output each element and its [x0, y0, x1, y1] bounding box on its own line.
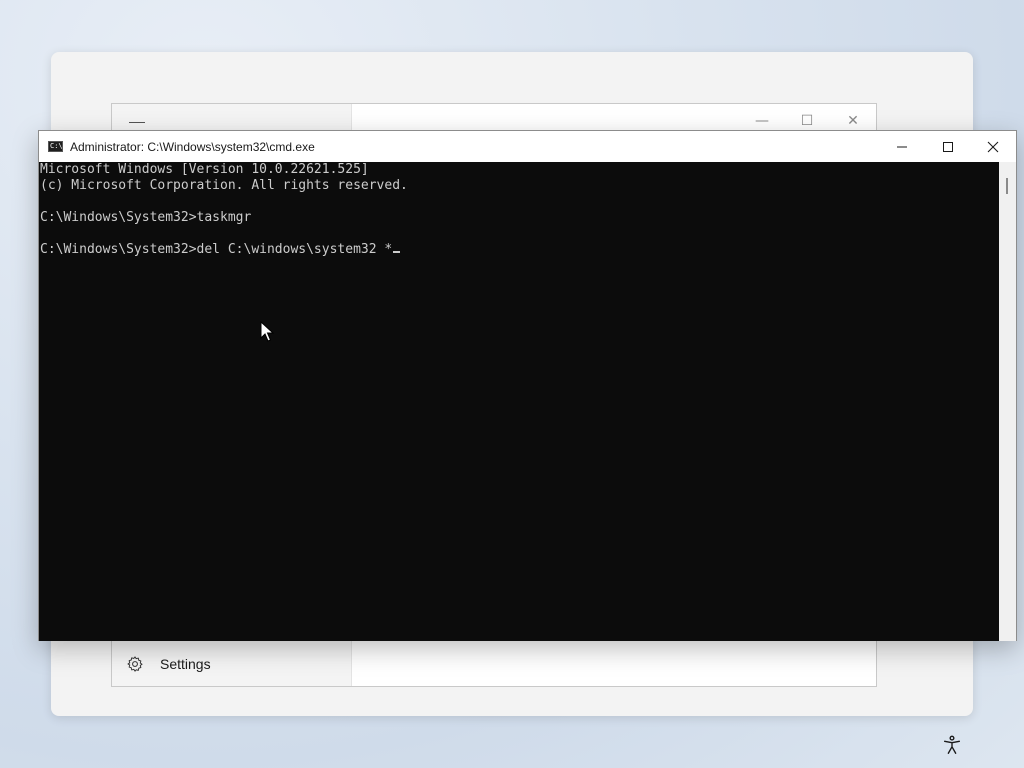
- close-icon: [987, 141, 999, 152]
- cmd-icon: C:\: [48, 141, 63, 152]
- minimize-icon: [897, 146, 907, 147]
- settings-label: Settings: [160, 656, 211, 672]
- maximize-icon: [943, 141, 953, 152]
- console-line: Microsoft Windows [Version 10.0.22621.52…: [40, 162, 369, 177]
- console-input-line[interactable]: C:\Windows\System32>del C:\windows\syste…: [39, 242, 1000, 258]
- settings-nav-item[interactable]: Settings: [126, 650, 211, 678]
- gear-icon: [127, 656, 143, 672]
- accessibility-icon[interactable]: [941, 734, 963, 756]
- scrollbar-thumb[interactable]: [1006, 178, 1008, 194]
- maximize-button[interactable]: [925, 131, 971, 162]
- cmd-titlebar[interactable]: C:\ Administrator: C:\Windows\system32\c…: [39, 131, 1016, 162]
- close-button[interactable]: [970, 131, 1016, 162]
- background-maximize-button[interactable]: ☐: [792, 110, 822, 132]
- minimize-button[interactable]: [879, 131, 925, 162]
- text-cursor: [393, 251, 401, 253]
- background-close-button[interactable]: ✕: [838, 110, 868, 132]
- console-line: C:\Windows\System32>taskmgr: [40, 210, 252, 225]
- background-minimize-button[interactable]: —: [747, 110, 777, 132]
- console-line: (c) Microsoft Corporation. All rights re…: [40, 178, 408, 193]
- cmd-window[interactable]: C:\ Administrator: C:\Windows\system32\c…: [38, 130, 1017, 641]
- vertical-scrollbar[interactable]: [999, 162, 1016, 641]
- console-command-text: C:\Windows\System32>del C:\windows\syste…: [40, 242, 393, 257]
- console-output[interactable]: Microsoft Windows [Version 10.0.22621.52…: [39, 162, 1000, 641]
- mouse-pointer-icon: [260, 321, 274, 342]
- cmd-window-title: Administrator: C:\Windows\system32\cmd.e…: [70, 139, 315, 154]
